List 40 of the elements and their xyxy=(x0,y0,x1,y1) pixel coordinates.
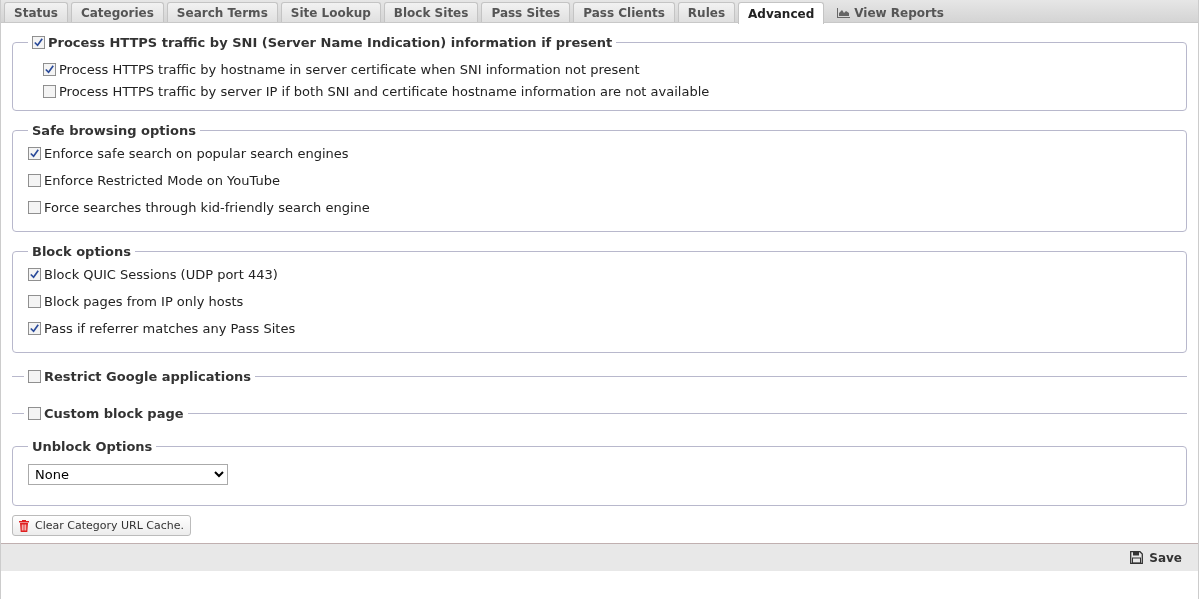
tab[interactable]: Pass Sites xyxy=(481,2,571,22)
unblock-dropdown[interactable]: None xyxy=(28,464,228,485)
section-title: Unblock Options xyxy=(32,439,153,454)
option-label: Block QUIC Sessions (UDP port 443) xyxy=(44,267,278,282)
tab[interactable]: Categories xyxy=(70,2,164,22)
checkbox[interactable] xyxy=(28,268,41,281)
chart-icon xyxy=(837,8,851,18)
option-label: Enforce safe search on popular search engines xyxy=(44,146,349,161)
save-button[interactable]: Save xyxy=(1124,549,1188,566)
option-label: Pass if referrer matches any Pass Sites xyxy=(44,321,296,336)
tab[interactable]: Search Terms xyxy=(166,2,278,22)
option-label: Process HTTPS traffic by hostname in server certificate when SNI information not present xyxy=(59,61,640,77)
section-title: Restrict Google applications xyxy=(44,369,252,384)
section-title: Custom block page xyxy=(44,406,184,421)
section-title: Process HTTPS traffic by SNI (Server Name Indication) information if present xyxy=(48,35,613,50)
checkbox[interactable] xyxy=(28,370,41,383)
checkbox[interactable] xyxy=(28,201,41,214)
checkbox[interactable] xyxy=(28,295,41,308)
tab[interactable]: Status xyxy=(4,2,68,22)
checkbox[interactable] xyxy=(43,62,56,76)
tab[interactable]: View Reports xyxy=(827,2,954,22)
tab[interactable]: Rules xyxy=(677,2,736,22)
tab[interactable]: Pass Clients xyxy=(573,2,675,22)
checkbox[interactable] xyxy=(28,174,41,187)
checkbox[interactable] xyxy=(32,36,45,49)
checkbox[interactable] xyxy=(43,84,56,98)
trash-icon xyxy=(19,519,29,532)
tab[interactable]: Block Sites xyxy=(383,2,479,22)
clear-cache-button[interactable]: Clear Category URL Cache. xyxy=(12,515,192,536)
section-title: Safe browsing options xyxy=(32,123,196,138)
checkbox[interactable] xyxy=(28,147,41,160)
option-label: Process HTTPS traffic by server IP if both SNI and certificate hostname information are not available xyxy=(59,83,710,99)
checkbox[interactable] xyxy=(28,322,41,335)
option-label: Enforce Restricted Mode on YouTube xyxy=(44,173,280,188)
checkbox[interactable] xyxy=(28,407,41,420)
tab[interactable]: Site Lookup xyxy=(280,2,381,22)
option-label: Block pages from IP only hosts xyxy=(44,294,244,309)
tab[interactable]: Advanced xyxy=(738,2,825,24)
section-title: Block options xyxy=(32,244,131,259)
option-label: Force searches through kid-friendly search engine xyxy=(44,200,370,215)
